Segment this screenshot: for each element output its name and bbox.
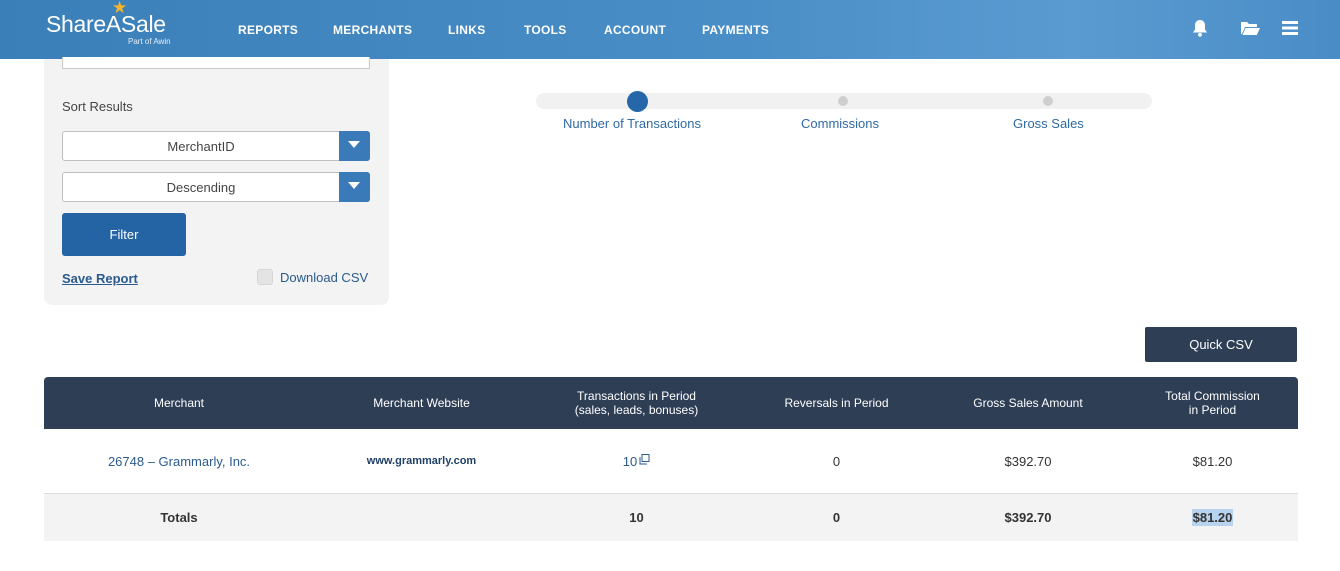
step-dot-gross-sales[interactable] xyxy=(1043,96,1053,106)
col-total-commission[interactable]: Total Commission in Period xyxy=(1127,377,1298,429)
nav-merchants[interactable]: MERCHANTS xyxy=(333,23,412,37)
totals-reversals: 0 xyxy=(832,510,841,525)
sort-order-value: Descending xyxy=(166,180,236,195)
bell-icon[interactable] xyxy=(1189,17,1211,39)
save-report-link[interactable]: Save Report xyxy=(62,271,138,286)
top-navigation-bar: ★ ShareASale Part of Awin REPORTS MERCHA… xyxy=(0,0,1340,59)
nav-tools[interactable]: TOOLS xyxy=(524,23,567,37)
col-reversals[interactable]: Reversals in Period xyxy=(744,377,929,429)
step-dot-active[interactable] xyxy=(627,91,648,112)
nav-links[interactable]: LINKS xyxy=(448,23,486,37)
col-gross-sales[interactable]: Gross Sales Amount xyxy=(929,377,1127,429)
chevron-down-icon xyxy=(348,182,360,189)
cell-website: www.grammarly.com xyxy=(314,429,529,493)
sort-by-value: MerchantID xyxy=(167,139,235,154)
sort-order-dropdown-button[interactable] xyxy=(339,172,370,202)
cell-gross-sales: $392.70 xyxy=(1004,453,1052,469)
col-merchant-website[interactable]: Merchant Website xyxy=(314,377,529,429)
table-header: Merchant Merchant Website Transactions i… xyxy=(44,377,1298,429)
filter-panel: Sort Results MerchantID Descending Filte… xyxy=(44,57,389,305)
totals-commission-cell: $81.20 xyxy=(1127,494,1298,541)
step-commissions[interactable]: Commissions xyxy=(801,116,879,131)
merchant-website-link[interactable]: www.grammarly.com xyxy=(367,455,476,467)
filter-button[interactable]: Filter xyxy=(62,213,186,256)
transactions-link[interactable]: 10 xyxy=(623,454,637,469)
nav-payments[interactable]: PAYMENTS xyxy=(702,23,769,37)
nav-account[interactable]: ACCOUNT xyxy=(604,23,666,37)
chevron-down-icon xyxy=(348,141,360,148)
cell-commission: $81.20 xyxy=(1192,453,1233,469)
cell-reversals: 0 xyxy=(832,453,841,469)
sharesale-logo[interactable]: ★ ShareASale Part of Awin xyxy=(46,0,186,52)
menu-icon[interactable] xyxy=(1279,17,1301,39)
logo-subtitle: Part of Awin xyxy=(128,37,171,46)
totals-transactions: 10 xyxy=(629,510,644,525)
totals-label: Totals xyxy=(160,510,198,525)
cell-merchant: 26748 – Grammarly, Inc. xyxy=(44,429,314,493)
folder-open-icon[interactable] xyxy=(1239,17,1261,39)
sort-results-label: Sort Results xyxy=(62,99,133,114)
totals-gross-sales: $392.70 xyxy=(1004,510,1052,525)
quick-csv-button[interactable]: Quick CSV xyxy=(1145,327,1297,362)
step-number-of-transactions[interactable]: Number of Transactions xyxy=(563,116,701,131)
sort-by-dropdown-button[interactable] xyxy=(339,131,370,161)
sort-order-select[interactable]: Descending xyxy=(62,172,370,202)
totals-row: Totals 10 0 $392.70 $81.20 xyxy=(44,494,1298,541)
step-dot-commissions[interactable] xyxy=(838,96,848,106)
totals-commission: $81.20 xyxy=(1191,509,1234,526)
step-gross-sales[interactable]: Gross Sales xyxy=(1013,116,1084,131)
col-transactions[interactable]: Transactions in Period (sales, leads, bo… xyxy=(529,377,744,429)
logo-text: ShareASale xyxy=(46,11,166,37)
merchant-link[interactable]: 26748 – Grammarly, Inc. xyxy=(108,454,250,469)
col-merchant[interactable]: Merchant xyxy=(44,377,314,429)
nav-reports[interactable]: REPORTS xyxy=(238,23,298,37)
download-csv-checkbox[interactable] xyxy=(257,269,273,285)
cell-transactions: 10 xyxy=(529,429,744,493)
table-row: 26748 – Grammarly, Inc. www.grammarly.co… xyxy=(44,429,1298,494)
sort-by-select[interactable]: MerchantID xyxy=(62,131,370,161)
partial-input-field[interactable] xyxy=(62,57,370,69)
download-csv-label[interactable]: Download CSV xyxy=(280,270,368,285)
external-window-icon[interactable] xyxy=(639,453,650,465)
